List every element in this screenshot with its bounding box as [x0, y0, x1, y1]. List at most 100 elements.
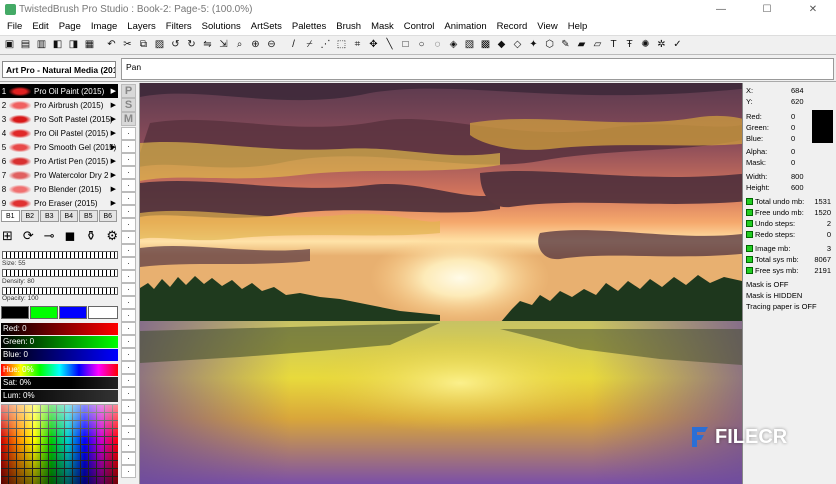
lum-slider[interactable]: Lum: 0%: [1, 390, 118, 402]
quick-preset-slot[interactable]: ·: [121, 335, 136, 348]
rect-icon[interactable]: □: [398, 38, 413, 53]
mosaic-icon[interactable]: ◇: [510, 38, 525, 53]
menu-image[interactable]: Image: [86, 21, 122, 32]
color-swatch-2[interactable]: [30, 306, 58, 319]
rotate-left-icon[interactable]: ↺: [168, 38, 183, 53]
quick-preset-slot[interactable]: ·: [121, 426, 136, 439]
brush-preset-item[interactable]: 9 Pro Eraser (2015) ▶: [0, 196, 118, 210]
brush-preset-item[interactable]: 3 Pro Soft Pastel (2015) ▶: [0, 112, 118, 126]
quick-preset-slot[interactable]: ·: [121, 257, 136, 270]
menu-page[interactable]: Page: [54, 21, 86, 32]
menu-layers[interactable]: Layers: [122, 21, 161, 32]
zoom-icon[interactable]: ⌕: [232, 38, 247, 53]
page-next-icon[interactable]: ◨: [66, 38, 81, 53]
menu-mask[interactable]: Mask: [366, 21, 399, 32]
quick-preset-slot[interactable]: ·: [121, 205, 136, 218]
quick-preset-slot[interactable]: ·: [121, 127, 136, 140]
bank-b6[interactable]: B6: [98, 210, 117, 222]
preset-button-m[interactable]: M: [121, 112, 136, 126]
quick-preset-slot[interactable]: ·: [121, 140, 136, 153]
line-icon[interactable]: ╲: [382, 38, 397, 53]
bank-b1[interactable]: B1: [1, 210, 20, 222]
density-slider[interactable]: [2, 269, 118, 277]
new-icon[interactable]: ▣: [2, 38, 17, 53]
text-icon[interactable]: T: [606, 38, 621, 53]
cut-icon[interactable]: ✂: [120, 38, 135, 53]
brush-tool-icon[interactable]: /: [286, 38, 301, 53]
bank-b5[interactable]: B5: [79, 210, 98, 222]
quick-preset-slot[interactable]: ·: [121, 283, 136, 296]
lasso-icon[interactable]: ◌: [430, 38, 445, 53]
green-slider[interactable]: Green: 0: [1, 336, 118, 348]
menu-record[interactable]: Record: [492, 21, 533, 32]
bank-b3[interactable]: B3: [40, 210, 59, 222]
tools-icon[interactable]: ✓: [670, 38, 685, 53]
menu-brush[interactable]: Brush: [331, 21, 366, 32]
quick-preset-slot[interactable]: ·: [121, 296, 136, 309]
quick-preset-slot[interactable]: ·: [121, 374, 136, 387]
paint-mode-icon[interactable]: ⊞: [2, 228, 13, 246]
preset-button-p[interactable]: P: [121, 84, 136, 98]
brush-arrow-icon[interactable]: ▶: [111, 185, 116, 193]
connect-mode-icon[interactable]: ⊸: [44, 228, 55, 246]
menu-view[interactable]: View: [532, 21, 562, 32]
menu-help[interactable]: Help: [563, 21, 593, 32]
text-bold-icon[interactable]: Ŧ: [622, 38, 637, 53]
color-swatch-3[interactable]: [59, 306, 87, 319]
undo-icon[interactable]: ↶: [104, 38, 119, 53]
brush-arrow-icon[interactable]: ▶: [111, 101, 116, 109]
brush-preset-item[interactable]: 1 Pro Oil Paint (2015) ▶: [0, 84, 118, 98]
hue-slider[interactable]: Hue: 0%: [1, 364, 118, 376]
menu-control[interactable]: Control: [399, 21, 440, 32]
gradient-icon[interactable]: ▧: [462, 38, 477, 53]
menu-solutions[interactable]: Solutions: [197, 21, 246, 32]
quick-preset-slot[interactable]: ·: [121, 439, 136, 452]
color-palette-grid[interactable]: [1, 404, 118, 484]
book-icon[interactable]: ▤: [18, 38, 33, 53]
page-prev-icon[interactable]: ◧: [50, 38, 65, 53]
quick-preset-slot[interactable]: ·: [121, 465, 136, 478]
quick-preset-slot[interactable]: ·: [121, 231, 136, 244]
pattern-icon[interactable]: ▩: [478, 38, 493, 53]
zoom-out-icon[interactable]: ⊖: [264, 38, 279, 53]
wand-icon[interactable]: ✦: [526, 38, 541, 53]
quick-preset-slot[interactable]: ·: [121, 166, 136, 179]
quick-preset-slot[interactable]: ·: [121, 192, 136, 205]
preset-button-s[interactable]: S: [121, 98, 136, 112]
bank-b2[interactable]: B2: [20, 210, 39, 222]
brush-preset-item[interactable]: 8 Pro Blender (2015) ▶: [0, 182, 118, 196]
brush-arrow-icon[interactable]: ▶: [111, 199, 116, 207]
menu-filters[interactable]: Filters: [161, 21, 197, 32]
maximize-button[interactable]: ☐: [744, 0, 790, 18]
stamp-icon[interactable]: ◆: [494, 38, 509, 53]
sat-slider[interactable]: Sat: 0%: [1, 377, 118, 389]
brush-arrow-icon[interactable]: ▶: [111, 129, 116, 137]
brush-preset-item[interactable]: 2 Pro Airbrush (2015) ▶: [0, 98, 118, 112]
quick-preset-slot[interactable]: ·: [121, 270, 136, 283]
gear-icon[interactable]: ⚙: [106, 228, 118, 246]
quick-preset-slot[interactable]: ·: [121, 400, 136, 413]
quick-preset-slot[interactable]: ·: [121, 218, 136, 231]
menu-palettes[interactable]: Palettes: [287, 21, 331, 32]
flip-icon[interactable]: ⇋: [200, 38, 215, 53]
move-icon[interactable]: ✥: [366, 38, 381, 53]
fill-icon[interactable]: ◈: [446, 38, 461, 53]
quick-preset-slot[interactable]: ·: [121, 309, 136, 322]
quick-preset-slot[interactable]: ·: [121, 413, 136, 426]
brush-preset-item[interactable]: 5 Pro Smooth Gel (2015) ▶: [0, 140, 118, 154]
dropper-icon[interactable]: ⌿: [302, 38, 317, 53]
blue-slider[interactable]: Blue: 0: [1, 349, 118, 361]
ellipse-icon[interactable]: ○: [414, 38, 429, 53]
fill-mode-icon[interactable]: ◼: [65, 228, 76, 246]
quick-preset-slot[interactable]: ·: [121, 348, 136, 361]
tile-icon[interactable]: ▱: [590, 38, 605, 53]
resize-icon[interactable]: ⇲: [216, 38, 231, 53]
brush-mode-field[interactable]: Pan: [121, 58, 834, 80]
menu-file[interactable]: File: [2, 21, 27, 32]
menu-edit[interactable]: Edit: [27, 21, 53, 32]
paste-icon[interactable]: ▨: [152, 38, 167, 53]
red-slider[interactable]: Red: 0: [1, 323, 118, 335]
quick-preset-slot[interactable]: ·: [121, 244, 136, 257]
color-swatch-4[interactable]: [88, 306, 118, 319]
page-icon[interactable]: ▥: [34, 38, 49, 53]
